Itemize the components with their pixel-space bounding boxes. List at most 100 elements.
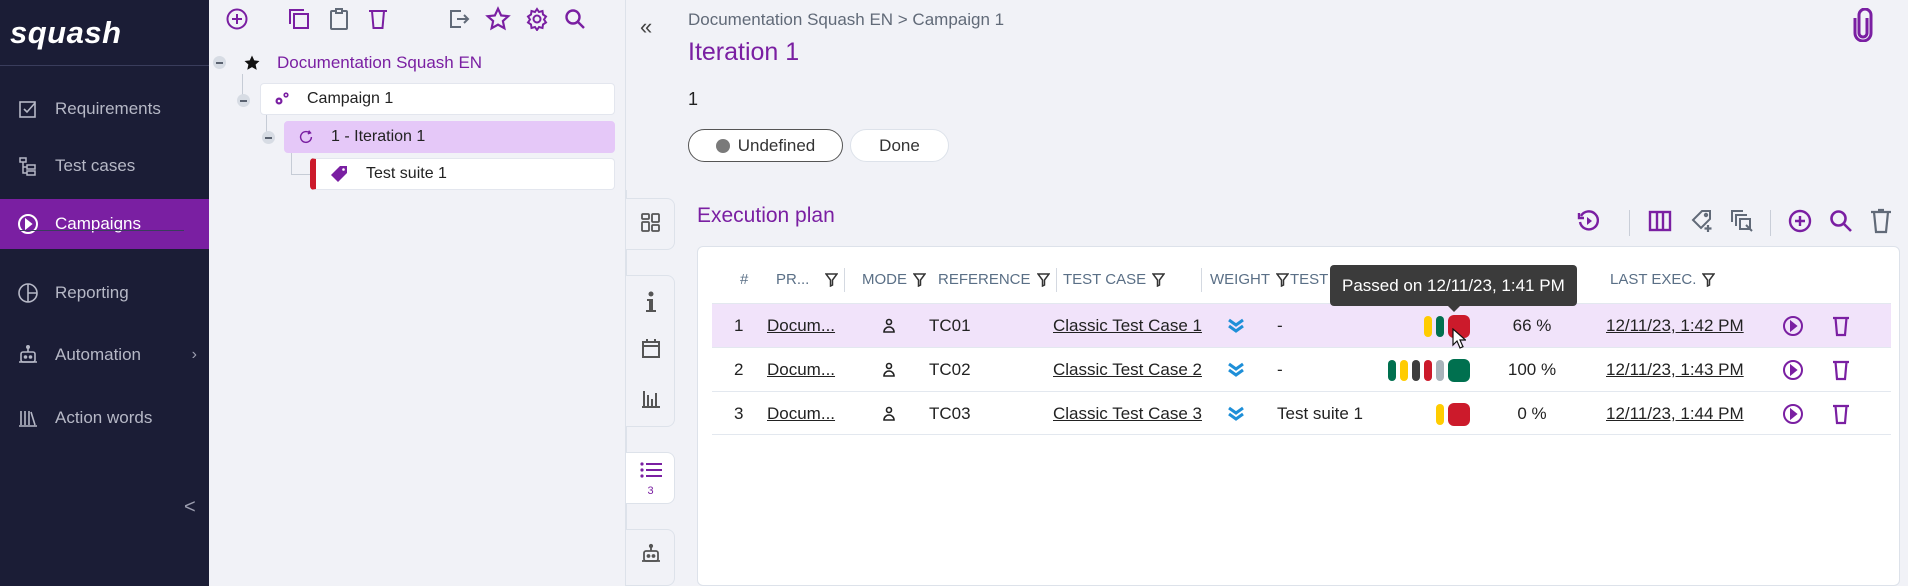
tree-node-iteration[interactable]: 1 - Iteration 1	[284, 121, 615, 153]
rerun-icon[interactable]	[1575, 207, 1603, 235]
remove-row-icon[interactable]	[1831, 348, 1851, 392]
nav-item-action-words[interactable]: Action words	[0, 393, 209, 443]
column-header-test-case[interactable]: TEST CASE	[1063, 271, 1166, 288]
test-case-link[interactable]: Classic Test Case 3	[1053, 392, 1202, 436]
nav-item-reporting[interactable]: Reporting	[0, 268, 209, 318]
nav-item-test-cases[interactable]: Test cases	[0, 141, 209, 191]
breadcrumb[interactable]: Documentation Squash EN > Campaign 1	[688, 10, 1004, 30]
column-divider	[1056, 268, 1057, 292]
execution-history-marker[interactable]	[1412, 359, 1420, 381]
last-execution-link[interactable]: 12/11/23, 1:44 PM	[1606, 392, 1744, 436]
filter-icon[interactable]	[825, 272, 839, 287]
execution-history-marker[interactable]	[1424, 315, 1432, 337]
execution-plan-button[interactable]: 3	[626, 457, 675, 501]
remove-row-icon[interactable]	[1831, 304, 1851, 348]
add-test-case-icon[interactable]	[1786, 207, 1814, 235]
column-divider	[1201, 268, 1202, 292]
execution-history-marker[interactable]	[1436, 315, 1444, 337]
mass-edit-icon[interactable]	[1728, 207, 1756, 235]
filter-icon[interactable]	[1702, 272, 1716, 287]
test-case-link[interactable]: Classic Test Case 2	[1053, 348, 1202, 392]
nav-item-requirements[interactable]: Requirements	[0, 84, 209, 134]
reference-cell: TC01	[929, 316, 971, 335]
execution-history-marker[interactable]	[1436, 403, 1444, 425]
delete-icon[interactable]	[365, 6, 391, 32]
last-execution-link[interactable]: 12/11/23, 1:43 PM	[1606, 348, 1744, 392]
test-case-link[interactable]: Classic Test Case 1	[1053, 304, 1202, 348]
collapse-toggle[interactable]	[237, 94, 250, 107]
campaign-tree-panel: Documentation Squash EN Campaign 1 1 - I…	[209, 0, 626, 586]
filter-icon[interactable]	[913, 272, 926, 287]
collapse-toggle[interactable]	[213, 56, 226, 69]
nav-item-campaigns[interactable]: Campaigns	[0, 199, 209, 249]
table-row[interactable]: 3 Docum... TC03 Classic Test Case 3 Test sui…	[712, 391, 1891, 435]
reference-cell: TC03	[929, 404, 971, 423]
search-icon[interactable]	[1827, 207, 1855, 235]
project-link[interactable]: Docum...	[767, 304, 835, 348]
nav-label: Action words	[55, 408, 153, 427]
planning-button[interactable]	[626, 330, 675, 370]
column-header-last-exec[interactable]: LAST EXEC.	[1610, 271, 1716, 288]
nav-item-automation[interactable]: Automation ›	[0, 330, 209, 380]
paste-icon[interactable]	[326, 6, 352, 32]
execution-history-marker[interactable]	[1400, 359, 1408, 381]
mouse-cursor-icon	[1452, 327, 1468, 355]
success-rate: 66 %	[1512, 316, 1552, 335]
calendar-icon	[640, 337, 662, 364]
collapse-toggle[interactable]	[262, 131, 275, 144]
header-label: REFERENCE	[938, 271, 1031, 288]
copy-icon[interactable]	[286, 6, 312, 32]
filter-icon[interactable]	[1152, 272, 1166, 287]
add-icon[interactable]	[224, 6, 250, 32]
run-execution-icon[interactable]	[1782, 392, 1804, 436]
last-execution-link[interactable]: 12/11/23, 1:42 PM	[1606, 304, 1744, 348]
progress-pill[interactable]: Done	[850, 129, 949, 162]
execution-history-marker[interactable]	[1436, 359, 1444, 381]
remove-row-icon[interactable]	[1831, 392, 1851, 436]
information-button[interactable]	[626, 284, 675, 324]
column-header-project[interactable]: PR...	[776, 271, 839, 288]
table-row[interactable]: 1 Docum... TC01 Classic Test Case 1 - 66 % 12/…	[712, 303, 1891, 347]
project-link[interactable]: Docum...	[767, 392, 835, 436]
tree-node-test-suite[interactable]: Test suite 1	[310, 158, 615, 190]
attachment-icon[interactable]	[1852, 7, 1874, 47]
tree-node-label: Test suite 1	[366, 165, 447, 182]
filter-icon[interactable]	[1276, 272, 1289, 287]
table-row[interactable]: 2 Docum... TC02 Classic Test Case 2 - 100 % 12…	[712, 347, 1891, 391]
tree-node-project[interactable]: Documentation Squash EN	[243, 48, 482, 78]
project-link[interactable]: Docum...	[767, 348, 835, 392]
test-suite-cell: -	[1277, 316, 1283, 335]
run-execution-icon[interactable]	[1782, 348, 1804, 392]
filter-icon[interactable]	[1036, 272, 1050, 287]
export-icon[interactable]	[446, 6, 472, 32]
column-header-mode[interactable]: MODE	[862, 271, 926, 288]
run-execution-icon[interactable]	[1782, 304, 1804, 348]
tree-node-campaign[interactable]: Campaign 1	[260, 83, 615, 115]
statistics-button[interactable]	[626, 380, 675, 420]
squash-logo[interactable]: squash	[0, 0, 209, 66]
settings-icon[interactable]	[524, 6, 550, 32]
weight-very-low-icon	[1227, 304, 1245, 348]
favorite-icon[interactable]	[485, 6, 511, 32]
collapse-tree-button[interactable]: «	[640, 14, 652, 40]
execution-history-marker[interactable]	[1388, 359, 1396, 381]
execution-history-marker[interactable]	[1424, 359, 1432, 381]
column-header-reference[interactable]: REFERENCE	[938, 271, 1050, 288]
status-pill[interactable]: Undefined	[688, 129, 843, 162]
tag-icon	[330, 165, 348, 183]
search-icon[interactable]	[562, 6, 588, 32]
automation-button[interactable]	[626, 536, 675, 576]
row-index: 2	[734, 360, 744, 379]
collapse-nav-button[interactable]: <	[184, 496, 196, 519]
library-icon	[17, 407, 39, 429]
status-dot	[715, 138, 730, 153]
current-status-marker[interactable]	[1448, 358, 1470, 382]
add-tag-icon[interactable]	[1688, 207, 1716, 235]
current-status-marker[interactable]	[1448, 402, 1470, 426]
nav-label: Requirements	[55, 99, 161, 118]
columns-icon[interactable]	[1646, 207, 1674, 235]
tree-node-label: Documentation Squash EN	[277, 53, 483, 72]
dashboard-button[interactable]	[626, 205, 675, 245]
delete-icon[interactable]	[1867, 207, 1895, 235]
column-header-weight[interactable]: WEIGHT	[1210, 271, 1289, 288]
